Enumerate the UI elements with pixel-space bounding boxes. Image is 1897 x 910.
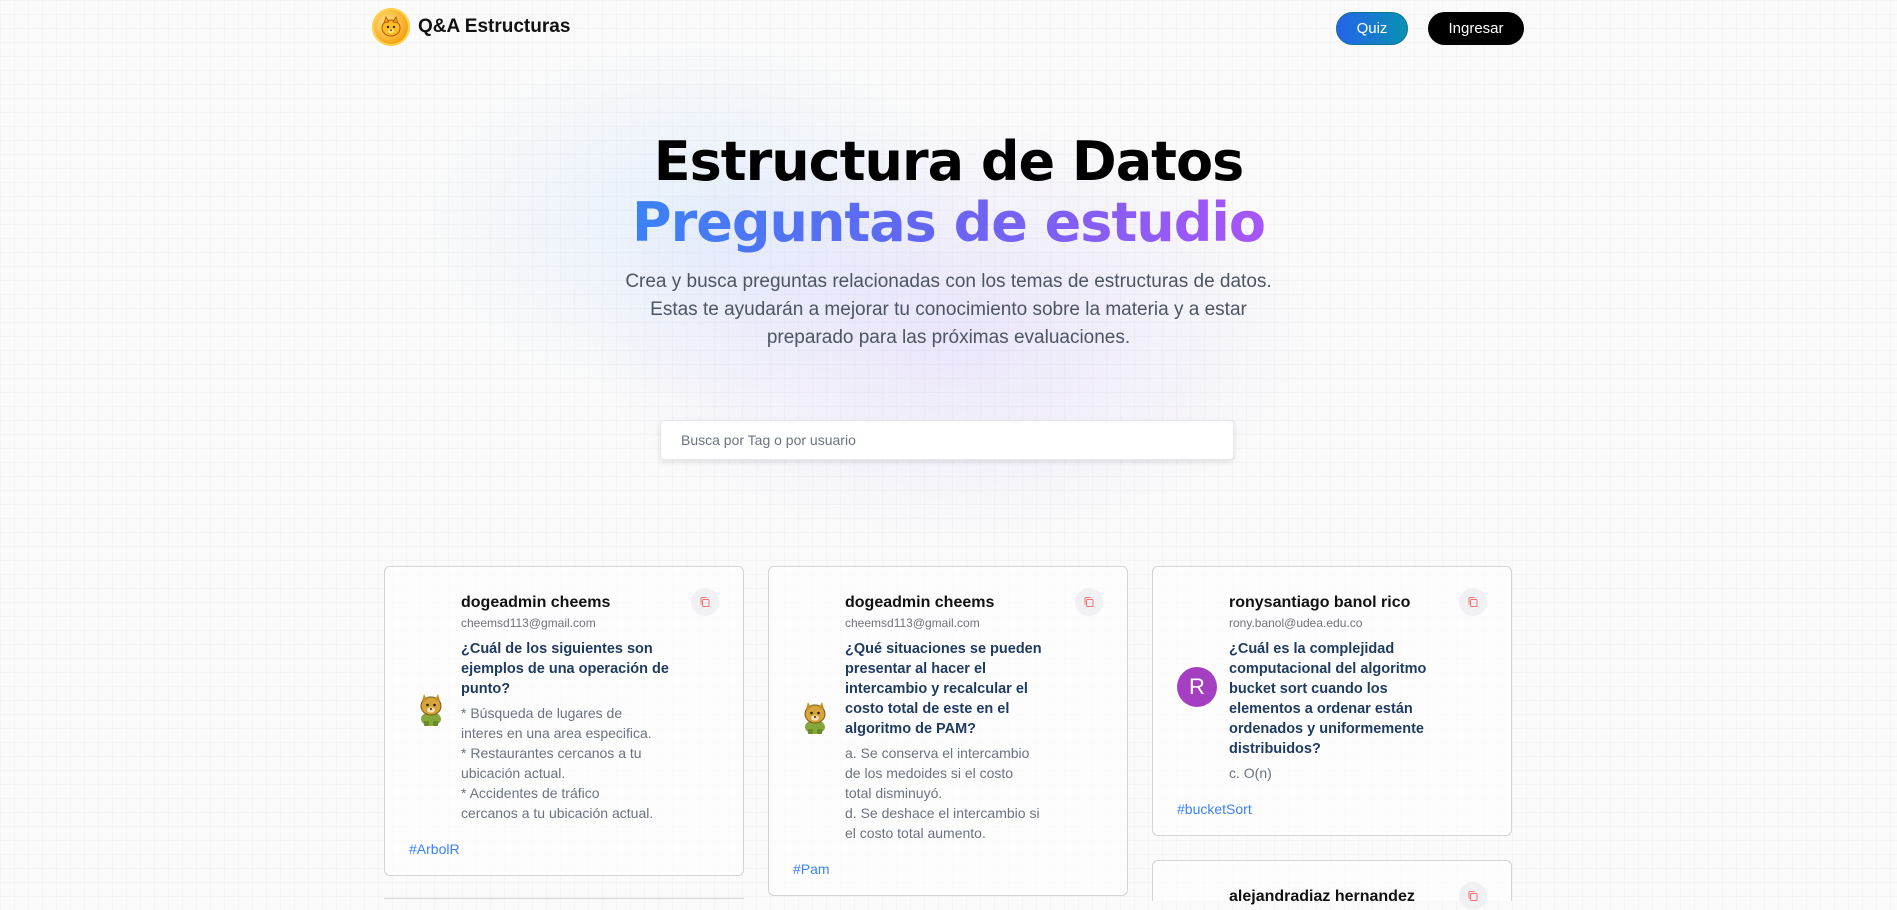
brand-name: Q&A Estructuras — [418, 16, 571, 37]
question-card[interactable]: alejandradiaz hernandez — [1152, 860, 1512, 910]
top-navbar: Q&A Estructuras Quiz Ingresar — [0, 0, 1897, 56]
question-line: costo total de este en el — [845, 701, 1010, 717]
card-answer: a. Se conserva el intercambio de los med… — [845, 743, 1085, 843]
question-line: bucket sort cuando los — [1229, 681, 1388, 697]
copy-icon[interactable] — [1459, 882, 1487, 910]
card-author-email: cheemsd113@gmail.com — [845, 616, 980, 630]
question-card[interactable]: dogeadmin cheems cheemsd113@gmail.com ¿C… — [384, 566, 744, 876]
answer-line: a. Se conserva el intercambio — [845, 745, 1030, 761]
card-question: ¿Qué situaciones se pueden presentar al … — [845, 639, 1075, 739]
card-tag[interactable]: #Pam — [793, 861, 830, 877]
question-line: ordenados y uniformemente — [1229, 721, 1424, 737]
question-card[interactable]: ronysantiago banol rico rony.banol@udea.… — [1152, 566, 1512, 836]
question-line: ¿Cuál de los siguientes son — [461, 641, 653, 657]
question-line: elementos a ordenar están — [1229, 701, 1413, 717]
quiz-button[interactable]: Quiz — [1336, 12, 1408, 45]
card-tag[interactable]: #bucketSort — [1177, 801, 1252, 817]
card-author-name: alejandradiaz hernandez — [1229, 888, 1415, 905]
card-author-name: dogeadmin cheems — [461, 594, 611, 611]
answer-line: total disminuyó. — [845, 785, 943, 801]
answer-line: * Restaurantes cercanos a tu — [461, 745, 642, 761]
question-line: ¿Qué situaciones se pueden — [845, 641, 1042, 657]
answer-line: de los medoides si el costo — [845, 765, 1014, 781]
answer-line: el costo total aumento. — [845, 825, 986, 841]
answer-line: * Búsqueda de lugares de — [461, 705, 623, 721]
card-answer: * Búsqueda de lugares de interes en una … — [461, 703, 701, 823]
search-input[interactable] — [660, 420, 1234, 460]
card-author-name: dogeadmin cheems — [845, 594, 995, 611]
hero-description-line: Crea y busca preguntas relacionadas con … — [625, 271, 1272, 292]
hero-title: Estructura de Datos — [653, 130, 1244, 193]
copy-icon[interactable] — [1459, 588, 1487, 616]
hero-section: Estructura de Datos Preguntas de estudio… — [0, 132, 1897, 352]
question-line: ejemplos de una operación de — [461, 661, 669, 677]
question-line: algoritmo de PAM? — [845, 721, 977, 737]
answer-line: d. Se deshace el intercambio si — [845, 805, 1040, 821]
avatar-letter: R — [1189, 674, 1205, 699]
card-author-email: cheemsd113@gmail.com — [461, 616, 596, 630]
question-line: intercambio y recalcular el — [845, 681, 1028, 697]
card-question: ¿Cuál de los siguientes son ejemplos de … — [461, 639, 691, 699]
brand-link[interactable]: Q&A Estructuras — [372, 8, 570, 46]
doge-avatar-icon — [411, 689, 451, 729]
question-line: presentar al hacer el — [845, 661, 987, 677]
question-line: ¿Cuál es la complejidad — [1229, 641, 1395, 657]
card-answer: c. O(n) — [1229, 763, 1469, 783]
login-button[interactable]: Ingresar — [1428, 12, 1524, 45]
copy-icon[interactable] — [691, 588, 719, 616]
question-line: distribuidos? — [1229, 741, 1321, 757]
hero-description-line: Estas te ayudarán a mejorar tu conocimie… — [650, 299, 1247, 320]
card-author-email: rony.banol@udea.edu.co — [1229, 616, 1363, 630]
hero-description-line: preparado para las próximas evaluaciones… — [766, 327, 1131, 348]
avatar: R — [1177, 667, 1217, 707]
card-tag[interactable]: #ArbolR — [409, 841, 460, 857]
question-line: punto? — [461, 681, 511, 697]
answer-line: cercanos a tu ubicación actual. — [461, 805, 654, 821]
hero-subtitle: Preguntas de estudio — [632, 191, 1266, 254]
doge-avatar-icon — [795, 697, 835, 737]
question-card-edge — [384, 898, 744, 902]
question-line: computacional del algoritmo — [1229, 661, 1427, 677]
answer-line: ubicación actual. — [461, 765, 566, 781]
card-author-name: ronysantiago banol rico — [1229, 594, 1411, 611]
card-question: ¿Cuál es la complejidad computacional de… — [1229, 639, 1459, 759]
hero-description: Crea y busca preguntas relacionadas con … — [599, 268, 1299, 352]
doge-logo-icon — [372, 8, 410, 46]
answer-line: interes en una area especifica. — [461, 725, 652, 741]
question-card[interactable]: dogeadmin cheems cheemsd113@gmail.com ¿Q… — [768, 566, 1128, 896]
answer-line: * Accidentes de tráfico — [461, 785, 600, 801]
answer-line: c. O(n) — [1229, 765, 1272, 781]
copy-icon[interactable] — [1075, 588, 1103, 616]
